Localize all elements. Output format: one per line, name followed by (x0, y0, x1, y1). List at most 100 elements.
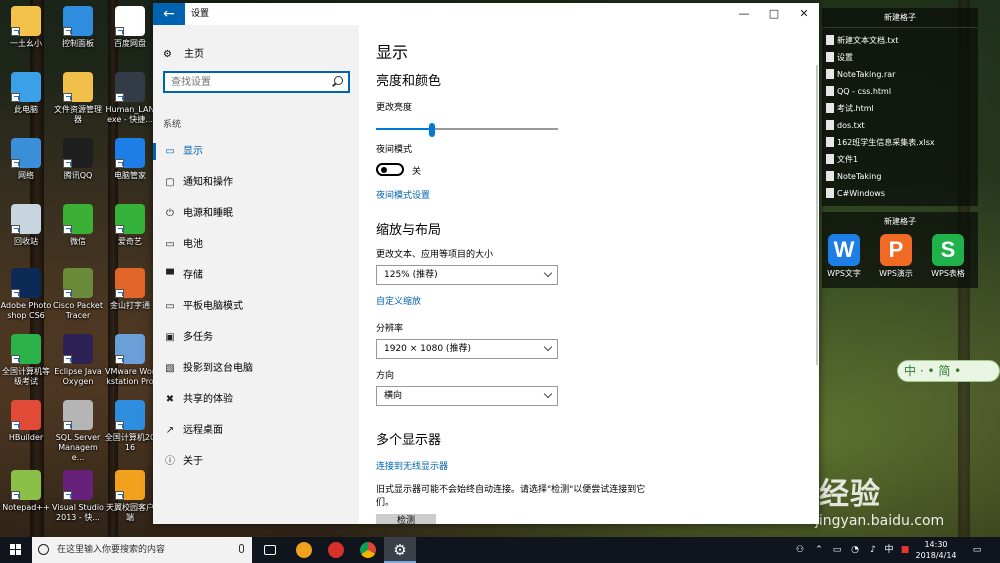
resolution-dropdown[interactable]: 1920 × 1080 (推荐) (376, 339, 558, 359)
nav-item-monitor[interactable]: ▭ 显示 (153, 136, 359, 167)
desktop-icon[interactable]: 文件资源管理器 (52, 72, 104, 125)
close-button[interactable]: ✕ (789, 3, 819, 25)
title-bar[interactable]: ← 设置 — □ ✕ (153, 3, 819, 25)
fence-file-item[interactable]: 考试.html (822, 100, 978, 117)
shortcut-arrow-icon (63, 421, 72, 430)
task-view-button[interactable] (254, 537, 286, 563)
nav-item-info[interactable]: ⓘ 关于 (153, 446, 359, 477)
taskbar-app-chrome[interactable] (352, 537, 384, 563)
fence-file-item[interactable]: QQ - css.html (822, 83, 978, 100)
desktop-icon[interactable]: Cisco Packet Tracer (52, 268, 104, 321)
start-button[interactable] (0, 537, 32, 563)
settings-search-box[interactable] (163, 71, 350, 93)
wps-icon: W (828, 234, 860, 266)
desktop-icon[interactable]: 全国计算机2016 (104, 400, 156, 453)
shortcut-arrow-icon (11, 491, 20, 500)
taskbar-app-settings[interactable]: ⚙ (384, 537, 416, 563)
fence-file-item[interactable]: 设置 (822, 49, 978, 66)
shortcut-arrow-icon (11, 289, 20, 298)
orientation-dropdown[interactable]: 横向 (376, 386, 558, 406)
desktop-icon[interactable]: VMware Workstation Pro (104, 334, 156, 387)
antivirus-icon[interactable]: ■ (898, 537, 912, 563)
desktop-icon[interactable]: 回收站 (0, 204, 52, 247)
taskbar-search-box[interactable]: 在这里输入你要搜索的内容 (32, 537, 252, 563)
microphone-icon[interactable] (239, 544, 244, 553)
desktop-icon[interactable]: 百度网盘 (104, 6, 156, 49)
fence-file-item[interactable]: NoteTaking.rar (822, 66, 978, 83)
desktop-icon[interactable]: 微信 (52, 204, 104, 247)
desktop-icon[interactable]: 一土幺小 (0, 6, 52, 49)
desktop-icon[interactable]: Eclipse Java Oxygen (52, 334, 104, 387)
desktop-icon[interactable]: 电脑管家 (104, 138, 156, 181)
desktop-icon[interactable]: Human_LANexe - 快捷... (104, 72, 156, 125)
fence-file-item[interactable]: NoteTaking (822, 168, 978, 185)
desktop-icon[interactable]: Notepad++ (0, 470, 52, 513)
settings-search-input[interactable] (171, 75, 321, 89)
nav-item-tablet[interactable]: ▭ 平板电脑模式 (153, 291, 359, 322)
desktop-icon[interactable]: 网络 (0, 138, 52, 181)
chevron-up-icon[interactable]: ⌃ (812, 537, 826, 563)
slider-thumb[interactable] (429, 123, 436, 137)
people-icon[interactable]: ⚇ (792, 537, 808, 563)
fence-file-item[interactable]: 162班学生信息采集表.xlsx (822, 134, 978, 151)
app-icon (115, 204, 145, 234)
taskbar-search-placeholder[interactable]: 在这里输入你要搜索的内容 (57, 537, 165, 563)
taskbar-app-netease-music[interactable] (320, 537, 352, 563)
fence-file-item[interactable]: dos.txt (822, 117, 978, 134)
nav-item-power[interactable]: ⏻ 电源和睡眠 (153, 198, 359, 229)
desktop-icon[interactable]: 全国计算机等级考试 (0, 334, 52, 387)
desktop-icon[interactable]: 天翼校园客户端 (104, 470, 156, 523)
night-mode-toggle[interactable] (376, 163, 404, 176)
desktop-icon[interactable]: 控制面板 (52, 6, 104, 49)
system-clock[interactable]: 14:30 2018/4/14 (912, 539, 960, 561)
maximize-button[interactable]: □ (759, 3, 789, 25)
action-center-icon[interactable]: ▭ (968, 537, 986, 563)
brightness-slider[interactable] (376, 123, 558, 137)
scrollbar[interactable] (816, 65, 818, 365)
wps-app-shortcut[interactable]: S WPS表格 (928, 234, 968, 279)
wireless-display-link[interactable]: 连接到无线显示器 (376, 459, 448, 472)
desktop-fence-wps[interactable]: 新建格子 W WPS文字 P WPS演示 S WPS表格 (822, 212, 978, 288)
network-icon[interactable]: ▭ (830, 537, 844, 563)
scale-dropdown[interactable]: 125% (推荐) (376, 265, 558, 285)
nav-item-share[interactable]: ✖ 共享的体验 (153, 384, 359, 415)
desktop-icon[interactable]: HBuilder (0, 400, 52, 443)
nav-item-storage[interactable]: ▀ 存储 (153, 260, 359, 291)
nav-item-multitask[interactable]: ▣ 多任务 (153, 322, 359, 353)
wifi-icon[interactable]: ◔ (848, 537, 862, 563)
nav-item-notification[interactable]: ▢ 通知和操作 (153, 167, 359, 198)
nav-item-remote[interactable]: ↗ 远程桌面 (153, 415, 359, 446)
desktop-icon[interactable]: SQL Server Manageme... (52, 400, 104, 463)
wps-app-label: WPS演示 (879, 269, 913, 278)
desktop-icon[interactable]: 此电脑 (0, 72, 52, 115)
nav-item-project[interactable]: ▧ 投影到这台电脑 (153, 353, 359, 384)
ime-indicator[interactable]: 中 (882, 537, 896, 563)
custom-scale-link[interactable]: 自定义缩放 (376, 294, 421, 307)
ime-status-bar[interactable]: 中 · • 简 • (897, 360, 1000, 382)
minimize-button[interactable]: — (729, 3, 759, 25)
desktop-icon[interactable]: 爱奇艺 (104, 204, 156, 247)
shortcut-arrow-icon (63, 491, 72, 500)
app-icon (63, 470, 93, 500)
app-icon (11, 138, 41, 168)
fence-file-item[interactable]: C#Windows (822, 185, 978, 202)
desktop-fence-files[interactable]: 新建格子 新建文本文档.txt 设置 NoteTaking.rar QQ - css.… (822, 8, 978, 206)
file-name: 文件1 (837, 155, 859, 164)
fence-file-item[interactable]: 文件1 (822, 151, 978, 168)
desktop-icon[interactable]: Adobe Photoshop CS6 (0, 268, 52, 321)
search-icon[interactable] (334, 76, 343, 85)
fence-file-item[interactable]: 新建文本文档.txt (822, 32, 978, 49)
nav-home-item[interactable]: ⚙ 主页 (163, 45, 204, 60)
volume-icon[interactable]: ♪ (866, 537, 880, 563)
taskbar-app-tianyi[interactable] (288, 537, 320, 563)
wps-app-shortcut[interactable]: P WPS演示 (876, 234, 916, 279)
detect-button[interactable]: 检测 (376, 514, 436, 524)
orientation-label: 方向 (376, 371, 395, 381)
desktop-icon[interactable]: 金山打字通 (104, 268, 156, 311)
desktop-icon[interactable]: 腾讯QQ (52, 138, 104, 181)
night-mode-settings-link[interactable]: 夜间模式设置 (376, 188, 430, 201)
desktop-icon[interactable]: Visual Studio 2013 - 快... (52, 470, 104, 523)
wps-app-shortcut[interactable]: W WPS文字 (824, 234, 864, 279)
nav-item-battery[interactable]: ▭ 电池 (153, 229, 359, 260)
back-button[interactable]: ← (153, 3, 185, 25)
